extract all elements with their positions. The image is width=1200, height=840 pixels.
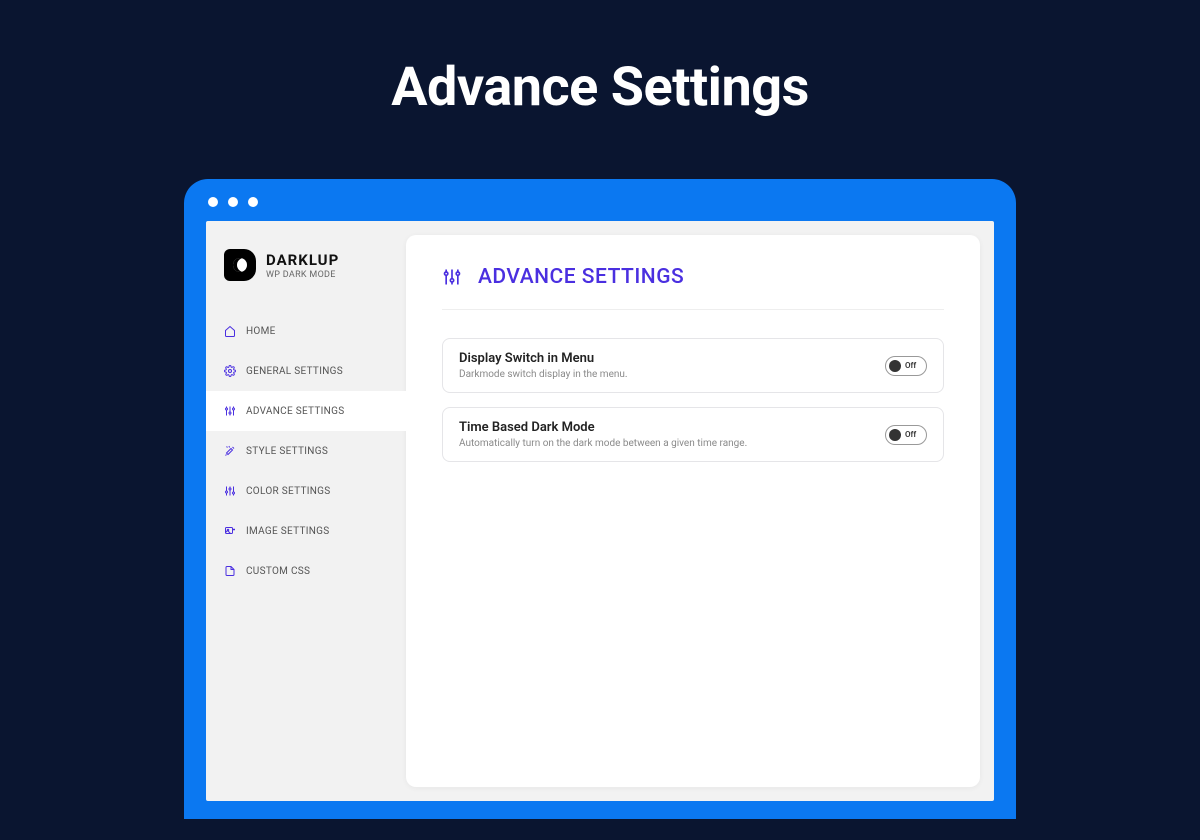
app-container: DARKLUP WP DARK MODE HOME GENERAL SETTIN… (206, 221, 994, 801)
toggle-display-switch[interactable]: Off (885, 356, 927, 376)
brand-tagline: WP DARK MODE (266, 270, 339, 280)
sliders-icon (442, 267, 462, 287)
sliders-icon (224, 405, 236, 417)
setting-description: Darkmode switch display in the menu. (459, 369, 628, 380)
browser-frame: DARKLUP WP DARK MODE HOME GENERAL SETTIN… (184, 179, 1016, 819)
brand: DARKLUP WP DARK MODE (206, 249, 406, 311)
window-dot-icon (228, 197, 238, 207)
file-icon (224, 565, 236, 577)
brand-logo-icon (224, 249, 256, 281)
sidebar-item-style[interactable]: STYLE SETTINGS (206, 431, 406, 471)
window-dot-icon (248, 197, 258, 207)
sidebar-item-advance[interactable]: ADVANCE SETTINGS (206, 391, 406, 431)
home-icon (224, 325, 236, 337)
sidebar-item-image[interactable]: IMAGE SETTINGS (206, 511, 406, 551)
main-header: ADVANCE SETTINGS (442, 265, 944, 310)
toggle-time-based[interactable]: Off (885, 425, 927, 445)
setting-title: Time Based Dark Mode (459, 420, 747, 435)
gear-icon (224, 365, 236, 377)
image-icon (224, 525, 236, 537)
sliders-icon (224, 485, 236, 497)
toggle-state-label: Off (905, 361, 916, 370)
main-title: ADVANCE SETTINGS (478, 265, 684, 289)
sidebar-item-label: CUSTOM CSS (246, 566, 310, 577)
sidebar-item-label: COLOR SETTINGS (246, 486, 331, 497)
main-panel: ADVANCE SETTINGS Display Switch in Menu … (406, 235, 980, 787)
toggle-knob-icon (889, 429, 901, 441)
toggle-knob-icon (889, 360, 901, 372)
browser-window-dots (184, 179, 1016, 221)
setting-description: Automatically turn on the dark mode betw… (459, 438, 747, 449)
tools-icon (224, 445, 236, 457)
sidebar-item-label: HOME (246, 326, 276, 337)
setting-row-display-switch: Display Switch in Menu Darkmode switch d… (442, 338, 944, 393)
sidebar-item-label: ADVANCE SETTINGS (246, 406, 344, 417)
sidebar-item-css[interactable]: CUSTOM CSS (206, 551, 406, 591)
brand-name: DARKLUP (266, 251, 339, 269)
setting-title: Display Switch in Menu (459, 351, 628, 366)
toggle-state-label: Off (905, 430, 916, 439)
sidebar-item-label: IMAGE SETTINGS (246, 526, 330, 537)
sidebar-item-home[interactable]: HOME (206, 311, 406, 351)
page-title: Advance Settings (0, 0, 1200, 119)
window-dot-icon (208, 197, 218, 207)
setting-row-time-based: Time Based Dark Mode Automatically turn … (442, 407, 944, 462)
sidebar-item-label: GENERAL SETTINGS (246, 366, 343, 377)
sidebar-item-label: STYLE SETTINGS (246, 446, 328, 457)
brand-text: DARKLUP WP DARK MODE (266, 251, 339, 280)
sidebar-item-general[interactable]: GENERAL SETTINGS (206, 351, 406, 391)
sidebar: DARKLUP WP DARK MODE HOME GENERAL SETTIN… (206, 221, 406, 801)
sidebar-item-color[interactable]: COLOR SETTINGS (206, 471, 406, 511)
